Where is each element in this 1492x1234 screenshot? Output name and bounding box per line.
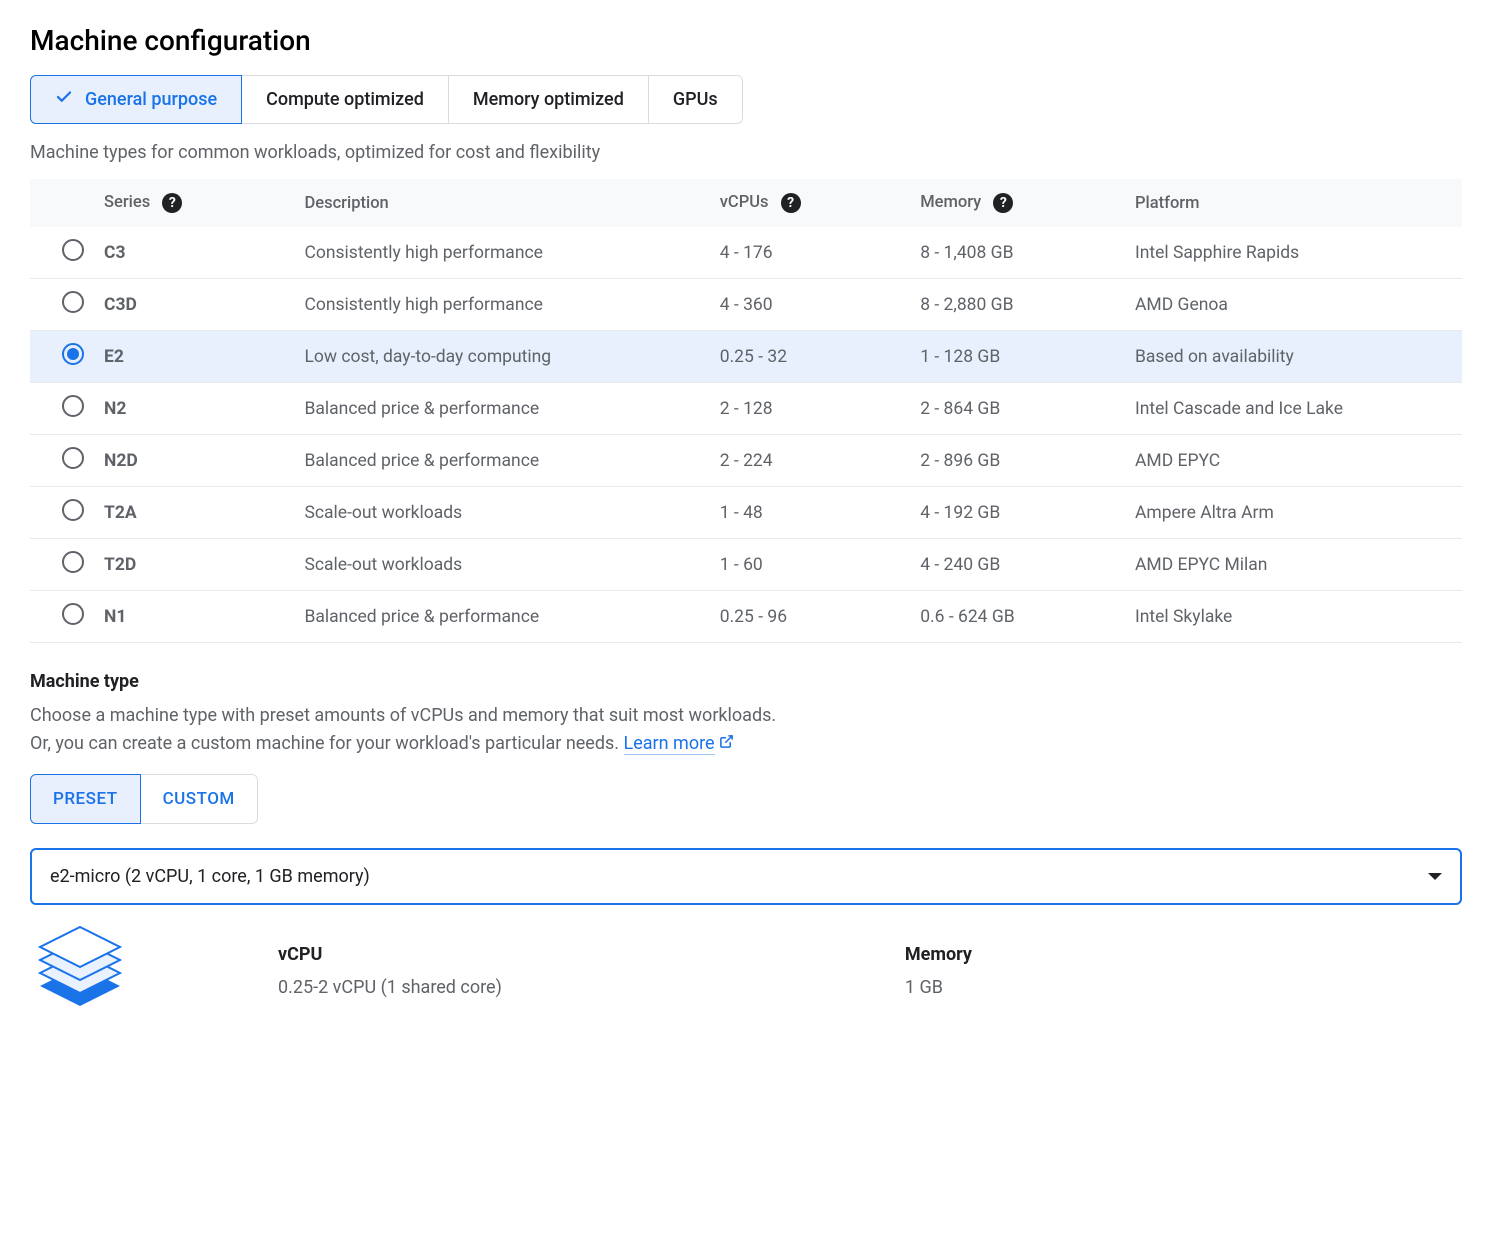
memory-cell: 4 - 240 GB — [910, 539, 1125, 591]
col-memory: Memory ? — [910, 179, 1125, 227]
platform-cell: AMD Genoa — [1125, 279, 1462, 331]
table-row[interactable]: N2DBalanced price & performance2 - 2242 … — [30, 435, 1462, 487]
series-cell: N2D — [94, 435, 294, 487]
spec-row: vCPU 0.25-2 vCPU (1 shared core) Memory … — [30, 921, 1462, 1021]
machine-type-description: Choose a machine type with preset amount… — [30, 702, 1462, 758]
platform-cell: Intel Sapphire Rapids — [1125, 227, 1462, 279]
machine-family-tabs: General purpose Compute optimized Memory… — [30, 75, 1462, 124]
platform-cell: Based on availability — [1125, 331, 1462, 383]
series-cell: N1 — [94, 591, 294, 643]
description-cell: Consistently high performance — [294, 279, 709, 331]
spec-vcpu: vCPU 0.25-2 vCPU (1 shared core) — [278, 944, 905, 998]
col-description: Description — [294, 179, 709, 227]
external-link-icon — [719, 733, 734, 754]
check-icon — [55, 88, 73, 111]
description-cell: Low cost, day-to-day computing — [294, 331, 709, 383]
help-icon[interactable]: ? — [781, 193, 801, 213]
help-icon[interactable]: ? — [993, 193, 1013, 213]
family-description: Machine types for common workloads, opti… — [30, 142, 1462, 163]
tab-label: Memory optimized — [473, 89, 624, 110]
platform-cell: Intel Cascade and Ice Lake — [1125, 383, 1462, 435]
memory-cell: 4 - 192 GB — [910, 487, 1125, 539]
series-cell: C3 — [94, 227, 294, 279]
tab-memory-optimized[interactable]: Memory optimized — [449, 75, 649, 124]
memory-cell: 8 - 2,880 GB — [910, 279, 1125, 331]
table-row[interactable]: E2Low cost, day-to-day computing0.25 - 3… — [30, 331, 1462, 383]
preset-custom-tabs: PRESET CUSTOM — [30, 774, 1462, 824]
table-row[interactable]: N2Balanced price & performance2 - 1282 -… — [30, 383, 1462, 435]
vcpus-cell: 1 - 48 — [710, 487, 910, 539]
radio-button[interactable] — [62, 239, 84, 261]
vcpus-cell: 1 - 60 — [710, 539, 910, 591]
description-cell: Balanced price & performance — [294, 591, 709, 643]
learn-more-link[interactable]: Learn more — [624, 733, 715, 755]
col-series: Series ? — [94, 179, 294, 227]
spec-memory-label: Memory — [905, 944, 1462, 965]
tab-general-purpose[interactable]: General purpose — [30, 75, 242, 124]
radio-button[interactable] — [62, 499, 84, 521]
tab-gpus[interactable]: GPUs — [649, 75, 743, 124]
memory-cell: 0.6 - 624 GB — [910, 591, 1125, 643]
vcpus-cell: 0.25 - 32 — [710, 331, 910, 383]
table-row[interactable]: N1Balanced price & performance0.25 - 960… — [30, 591, 1462, 643]
spec-vcpu-value: 0.25-2 vCPU (1 shared core) — [278, 977, 905, 998]
radio-button[interactable] — [62, 551, 84, 573]
radio-button[interactable] — [62, 395, 84, 417]
radio-button[interactable] — [62, 447, 84, 469]
radio-button[interactable] — [62, 343, 84, 365]
machine-type-heading: Machine type — [30, 671, 1462, 692]
vcpus-cell: 4 - 360 — [710, 279, 910, 331]
description-cell: Scale-out workloads — [294, 539, 709, 591]
series-cell: C3D — [94, 279, 294, 331]
vcpus-cell: 2 - 224 — [710, 435, 910, 487]
memory-cell: 2 - 864 GB — [910, 383, 1125, 435]
radio-button[interactable] — [62, 291, 84, 313]
platform-cell: Ampere Altra Arm — [1125, 487, 1462, 539]
table-header-row: Series ? Description vCPUs ? Memory ? Pl… — [30, 179, 1462, 227]
platform-cell: AMD EPYC Milan — [1125, 539, 1462, 591]
series-cell: T2D — [94, 539, 294, 591]
tab-compute-optimized[interactable]: Compute optimized — [242, 75, 449, 124]
description-cell: Consistently high performance — [294, 227, 709, 279]
description-cell: Scale-out workloads — [294, 487, 709, 539]
vcpus-cell: 0.25 - 96 — [710, 591, 910, 643]
table-row[interactable]: C3Consistently high performance4 - 1768 … — [30, 227, 1462, 279]
series-cell: N2 — [94, 383, 294, 435]
tab-label: GPUs — [673, 89, 718, 110]
series-cell: E2 — [94, 331, 294, 383]
tab-label: General purpose — [85, 89, 217, 110]
platform-cell: Intel Skylake — [1125, 591, 1462, 643]
help-icon[interactable]: ? — [162, 193, 182, 213]
memory-cell: 8 - 1,408 GB — [910, 227, 1125, 279]
description-cell: Balanced price & performance — [294, 435, 709, 487]
tab-label: Compute optimized — [266, 89, 424, 110]
vcpus-cell: 4 - 176 — [710, 227, 910, 279]
table-row[interactable]: T2DScale-out workloads1 - 604 - 240 GBAM… — [30, 539, 1462, 591]
memory-cell: 2 - 896 GB — [910, 435, 1125, 487]
machine-type-dropdown[interactable]: e2-micro (2 vCPU, 1 core, 1 GB memory) — [30, 848, 1462, 905]
spec-memory: Memory 1 GB — [905, 944, 1462, 998]
memory-cell: 1 - 128 GB — [910, 331, 1125, 383]
tab-preset[interactable]: PRESET — [30, 774, 141, 824]
description-cell: Balanced price & performance — [294, 383, 709, 435]
dropdown-value: e2-micro (2 vCPU, 1 core, 1 GB memory) — [50, 866, 370, 887]
section-title: Machine configuration — [30, 24, 1462, 57]
series-table: Series ? Description vCPUs ? Memory ? Pl… — [30, 179, 1462, 643]
platform-cell: AMD EPYC — [1125, 435, 1462, 487]
table-row[interactable]: C3DConsistently high performance4 - 3608… — [30, 279, 1462, 331]
table-row[interactable]: T2AScale-out workloads1 - 484 - 192 GBAm… — [30, 487, 1462, 539]
tab-custom[interactable]: CUSTOM — [141, 774, 258, 824]
series-cell: T2A — [94, 487, 294, 539]
vcpus-cell: 2 - 128 — [710, 383, 910, 435]
spec-memory-value: 1 GB — [905, 977, 1462, 998]
radio-button[interactable] — [62, 603, 84, 625]
col-vcpus: vCPUs ? — [710, 179, 910, 227]
stack-icon — [30, 921, 130, 1021]
caret-down-icon — [1428, 873, 1442, 880]
spec-vcpu-label: vCPU — [278, 944, 905, 965]
col-platform: Platform — [1125, 179, 1462, 227]
